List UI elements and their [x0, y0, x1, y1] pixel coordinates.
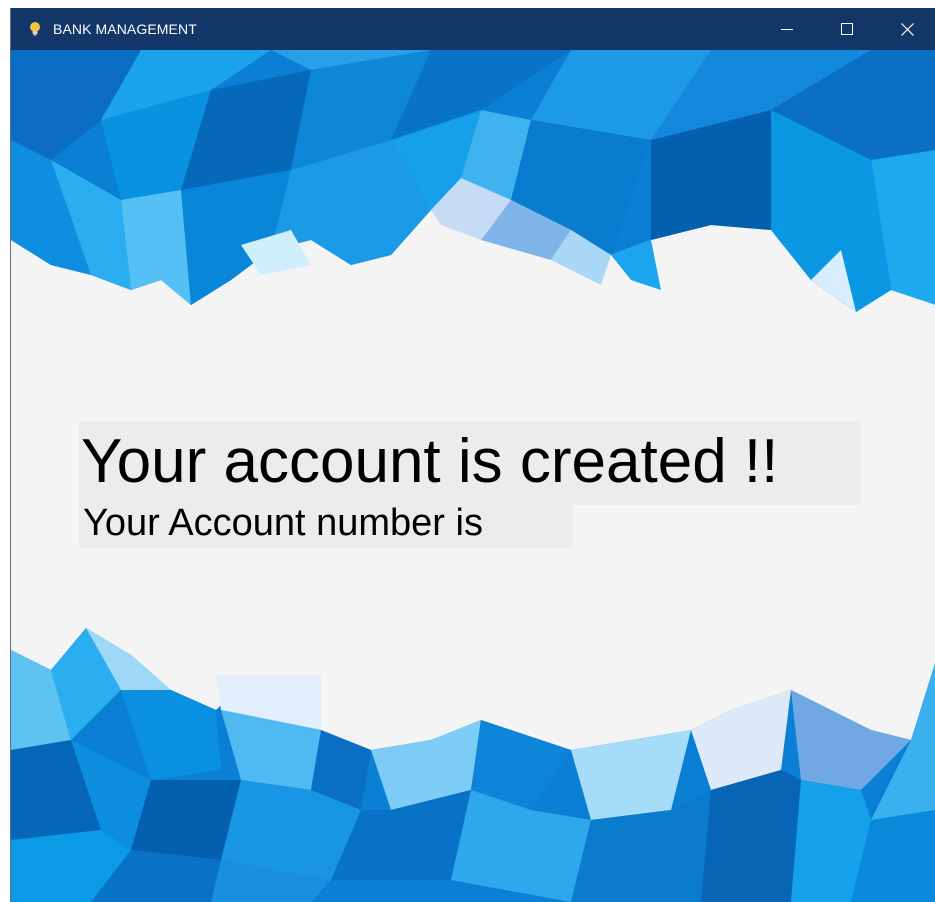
- maximize-button[interactable]: [824, 8, 870, 50]
- bottom-polygon-band: [11, 628, 935, 902]
- title-bar[interactable]: BANK MANAGEMENT: [11, 8, 935, 50]
- close-icon: [900, 22, 914, 36]
- top-polygon-band: [11, 50, 935, 312]
- account-number-label: Your Account number is: [83, 502, 483, 544]
- close-button[interactable]: [884, 8, 930, 50]
- content-area: Your account is created !! Your Account …: [11, 50, 935, 902]
- account-created-heading: Your account is created !!: [81, 427, 779, 496]
- minimize-icon: [781, 29, 793, 30]
- maximize-icon: [841, 23, 853, 35]
- app-window: BANK MANAGEMENT Your account is created …: [10, 8, 935, 902]
- minimize-button[interactable]: [764, 8, 810, 50]
- lightbulb-icon: [30, 22, 40, 36]
- window-title: BANK MANAGEMENT: [53, 21, 197, 37]
